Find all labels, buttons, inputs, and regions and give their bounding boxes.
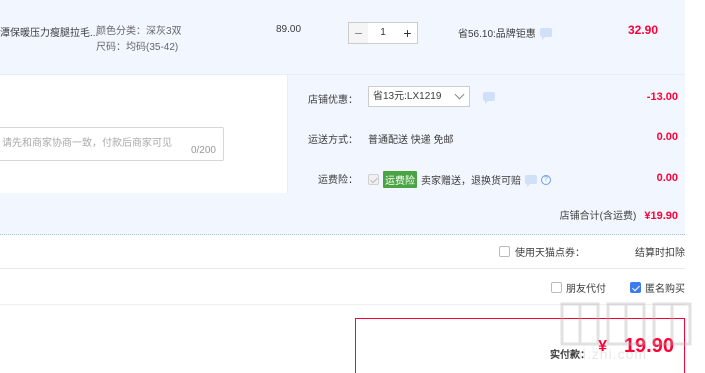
discount-selected: 省13元:LX1219	[373, 91, 442, 102]
shop-order-box: 请先和商家协商一致，付款后商家可见 0/200 店铺优惠： 省13元:LX121…	[0, 75, 685, 235]
anonymous-label: 匿名购买	[645, 284, 685, 295]
discount-amount: -13.00	[646, 91, 678, 103]
pay-amount: 19.90	[623, 335, 674, 357]
chat-icon[interactable]	[483, 92, 495, 104]
friend-pay-checkbox[interactable]	[551, 282, 562, 293]
item-promo: 省56.10:品牌钜惠	[458, 25, 552, 40]
shipping-method: 普通配送 快递 免邮	[368, 135, 454, 146]
item-subtotal: 32.90	[627, 23, 658, 37]
coupon-label: 使用天猫点券：	[515, 248, 585, 259]
quantity-plus-button[interactable]: +	[398, 22, 418, 44]
item-title[interactable]: 潭保暖压力瘦腿拉毛...	[0, 24, 98, 39]
coupon-row: 使用天猫点券： 结算时扣除	[499, 244, 685, 259]
unit-price: 89.00	[276, 24, 302, 35]
coupon-checkbox[interactable]	[499, 246, 510, 257]
quantity-minus-button[interactable]: −	[348, 22, 368, 44]
shop-total-label: 店铺合计(含运费)	[559, 211, 637, 222]
insurance-text: 卖家赠送，退换货可赔	[421, 176, 521, 187]
discount-select[interactable]: 省13元:LX1219	[368, 86, 470, 107]
coupon-note: 结算时扣除	[635, 248, 685, 259]
payment-summary: 实付款： ¥ 19.90	[355, 318, 685, 373]
sku-color: 颜色分类：深灰3双	[96, 26, 182, 37]
anonymous-checkbox[interactable]	[630, 282, 641, 293]
insurance-label: 运费险：	[318, 175, 358, 186]
shop-total: 店铺合计(含运费) ¥19.90	[560, 207, 678, 222]
message-char-count: 0/200	[190, 145, 216, 156]
insurance-checkbox	[368, 174, 379, 185]
order-item-row: 潭保暖压力瘦腿拉毛... 颜色分类：深灰3双 尺码：均码(35-42) 89.0…	[0, 0, 685, 75]
divider	[0, 304, 685, 305]
insurance-badge: 运费险	[383, 171, 417, 188]
help-icon[interactable]: ?	[541, 174, 551, 185]
quantity-input[interactable]: 1	[368, 22, 398, 44]
options-row: 朋友代付 匿名购买	[551, 280, 685, 295]
quantity-stepper: − 1 +	[348, 22, 418, 44]
discount-label: 店铺优惠：	[308, 95, 358, 106]
pay-currency: ¥	[598, 338, 607, 355]
chevron-down-icon	[454, 89, 465, 100]
message-panel: 请先和商家协商一致，付款后商家可见 0/200	[0, 75, 288, 193]
item-sku: 颜色分类：深灰3双 尺码：均码(35-42)	[96, 24, 182, 56]
shop-total-value: ¥19.90	[644, 210, 678, 222]
friend-pay-label: 朋友代付	[566, 284, 606, 295]
divider	[0, 268, 685, 269]
promo-text: 省56.10:品牌钜惠	[458, 29, 536, 40]
pay-label: 实付款：	[550, 350, 590, 361]
chat-icon[interactable]	[539, 28, 552, 40]
message-placeholder: 请先和商家协商一致，付款后商家可见	[2, 138, 172, 149]
sku-size: 尺码：均码(35-42)	[96, 42, 179, 53]
shipping-label: 运送方式：	[308, 135, 358, 146]
message-textarea[interactable]: 请先和商家协商一致，付款后商家可见 0/200	[0, 127, 224, 161]
chat-icon[interactable]	[525, 175, 537, 187]
insurance-amount: 0.00	[656, 172, 678, 184]
shipping-amount: 0.00	[656, 131, 678, 143]
insurance-row: 运费险 卖家赠送，退换货可赔 ?	[368, 171, 551, 188]
